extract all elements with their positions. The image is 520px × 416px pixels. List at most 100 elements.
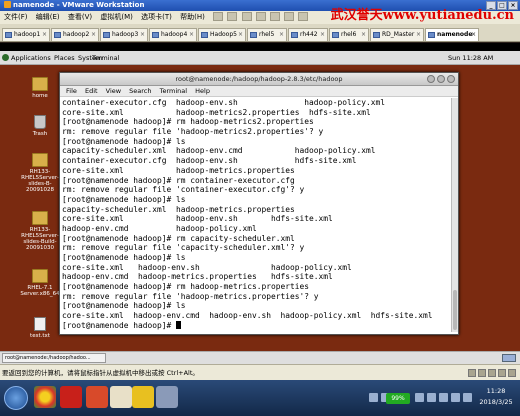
vm-icon	[54, 32, 61, 38]
terminal-scrollbar[interactable]	[451, 98, 458, 332]
terminal-launcher[interactable]: Terminal	[92, 51, 119, 65]
terminal-line: [root@namenode hadoop]# rm hadoop-metric…	[62, 282, 310, 292]
places-menu[interactable]: Places	[54, 51, 75, 65]
menu-help[interactable]: 帮助(H)	[180, 13, 205, 21]
tab-close-icon[interactable]: ×	[189, 29, 194, 41]
input-method-icon[interactable]	[451, 393, 460, 402]
network-icon[interactable]	[427, 393, 436, 402]
desktop-icon-test-txt[interactable]: test.txt	[20, 317, 60, 339]
applications-menu[interactable]: Applications	[2, 51, 51, 65]
tab-hadoop3[interactable]: hadoop3 ×	[100, 28, 148, 41]
terminal-line: core-site.xml hadoop-metrics.properties	[62, 165, 295, 175]
tab-close-icon[interactable]: ×	[361, 29, 366, 41]
terminal-menu-terminal[interactable]: Terminal	[160, 87, 187, 95]
menu-edit[interactable]: 编辑(E)	[36, 13, 60, 21]
desktop-icon-rhel-iso[interactable]: RHEL-7.1 Server.x86_64	[20, 269, 60, 297]
status-hint: 要返回到您的计算机，请将鼠标指针从虚拟机中移出或按 Ctrl+Alt。	[2, 369, 199, 377]
taskbar-clock[interactable]: 11:28 2018/3/25	[476, 386, 516, 408]
terminal-line: [root@namenode hadoop]# rm capacity-sche…	[62, 233, 295, 243]
vmware-status-bar: 要返回到您的计算机，请将鼠标指针从虚拟机中移出或按 Ctrl+Alt。	[0, 364, 520, 380]
terminal-title-bar[interactable]: root@namenode:/hadoop/hadoop-2.8.3/etc/h…	[60, 73, 458, 86]
tab-hadoop5[interactable]: Hadoop5 ×	[198, 28, 246, 41]
battery-indicator[interactable]: 99%	[386, 393, 410, 404]
menu-view[interactable]: 查看(V)	[68, 13, 92, 21]
flag-icon[interactable]	[463, 393, 472, 402]
revert-icon[interactable]	[255, 12, 266, 21]
tab-rh442[interactable]: rh442 ×	[288, 28, 328, 41]
tab-hadoop1[interactable]: hadoop1 ×	[2, 28, 50, 41]
fullscreen-icon[interactable]	[284, 12, 295, 21]
desktop-icon-home[interactable]: home	[20, 77, 60, 99]
close-icon[interactable]	[447, 75, 455, 83]
terminal-line: capacity-scheduler.xml hadoop-metrics.pr…	[62, 204, 295, 214]
file-explorer-icon[interactable]	[132, 386, 154, 408]
terminal-window[interactable]: root@namenode:/hadoop/hadoop-2.8.3/etc/h…	[59, 72, 459, 335]
usb-icon[interactable]	[498, 369, 506, 377]
vmware-taskbar-icon[interactable]	[156, 386, 178, 408]
tab-close-icon[interactable]: ×	[42, 29, 47, 41]
clock-time: 11:28	[486, 387, 506, 395]
manage-snapshots-icon[interactable]	[270, 12, 280, 21]
panel-clock[interactable]: Sun 11:28 AM	[448, 51, 493, 65]
terminal-line: container-executor.cfg hadoop-env.sh had…	[62, 98, 386, 107]
terminal-line: rm: remove regular file 'hadoop-metrics.…	[62, 291, 319, 301]
desktop-icon-slides-1[interactable]: RH133-RHEL5Server-slides-B-20091028	[20, 153, 60, 193]
terminal-line: [root@namenode hadoop]# rm hadoop-metric…	[62, 117, 314, 127]
menu-tabs[interactable]: 选项卡(T)	[141, 13, 172, 21]
terminal-line: rm: remove regular file 'container-execu…	[62, 185, 305, 195]
notes-icon[interactable]	[110, 386, 132, 408]
menu-file[interactable]: 文件(F)	[4, 13, 28, 21]
terminal-menu-file[interactable]: File	[66, 87, 77, 95]
terminal-menu-search[interactable]: Search	[129, 87, 151, 95]
sound-icon[interactable]	[508, 369, 516, 377]
pause-icon[interactable]	[213, 12, 224, 21]
terminal-line: [root@namenode hadoop]# ls	[62, 301, 186, 311]
tab-hadoop2[interactable]: hadoop2 ×	[51, 28, 99, 41]
taskbar-terminal-button[interactable]: root@namenode:/hadoop/hadoo...	[2, 353, 106, 363]
tray-app-icon[interactable]	[369, 393, 378, 402]
tab-close-icon[interactable]: ×	[471, 29, 476, 41]
tab-close-icon[interactable]: ×	[140, 29, 145, 41]
network-icon[interactable]	[488, 369, 496, 377]
tab-close-icon[interactable]: ×	[91, 29, 96, 41]
menu-vm[interactable]: 虚拟机(M)	[100, 13, 133, 21]
device-status-icons	[468, 369, 516, 377]
gnome-top-panel: Applications Places System Terminal Sun …	[0, 51, 520, 65]
hard-disk-icon[interactable]	[468, 369, 476, 377]
terminal-menu-help[interactable]: Help	[195, 87, 210, 95]
acrobat-icon[interactable]	[60, 386, 82, 408]
power-icon[interactable]	[227, 12, 238, 21]
desktop-icon-slides-2[interactable]: RH133-RHEL5Server-slides-Build-20091030	[20, 211, 60, 251]
cd-drive-icon[interactable]	[478, 369, 486, 377]
tab-close-icon[interactable]: ×	[320, 29, 325, 41]
keyboard-icon[interactable]	[415, 393, 424, 402]
workspace-switcher[interactable]	[502, 354, 516, 362]
snapshot-icon[interactable]	[241, 12, 252, 21]
maximize-icon[interactable]	[437, 75, 445, 83]
tab-close-icon[interactable]: ×	[279, 29, 284, 41]
powerpoint-icon[interactable]	[86, 386, 108, 408]
text-file-icon	[34, 317, 46, 331]
terminal-menu-edit[interactable]: Edit	[85, 87, 98, 95]
tab-rd-master[interactable]: RD_Master ×	[370, 28, 424, 41]
tab-hadoop4[interactable]: hadoop4 ×	[149, 28, 197, 41]
volume-icon[interactable]	[439, 393, 448, 402]
terminal-line: [root@namenode hadoop]# ls	[62, 253, 186, 262]
scrollbar-thumb[interactable]	[453, 290, 457, 330]
chrome-icon[interactable]	[34, 386, 56, 408]
vmware-icon	[4, 1, 11, 8]
system-tray: 99% 11:28 2018/3/25	[298, 383, 518, 413]
terminal-output[interactable]: container-executor.cfg hadoop-env.sh had…	[62, 98, 450, 332]
unity-icon[interactable]	[298, 12, 309, 21]
minimize-icon[interactable]	[427, 75, 435, 83]
terminal-line: capacity-scheduler.xml hadoop-env.cmd ha…	[62, 146, 376, 156]
tab-close-icon[interactable]: ×	[238, 29, 243, 41]
tab-rhel5[interactable]: rhel5 ×	[247, 28, 287, 41]
tab-namenode[interactable]: namenode ×	[425, 28, 479, 41]
desktop-icon-trash[interactable]: Trash	[20, 115, 60, 137]
tab-close-icon[interactable]: ×	[416, 29, 421, 41]
tab-rhel6[interactable]: rhel6 ×	[329, 28, 369, 41]
start-button[interactable]	[4, 386, 28, 410]
terminal-menu-view[interactable]: View	[106, 87, 121, 95]
vmware-title: namenode - VMware Workstation	[13, 1, 145, 9]
